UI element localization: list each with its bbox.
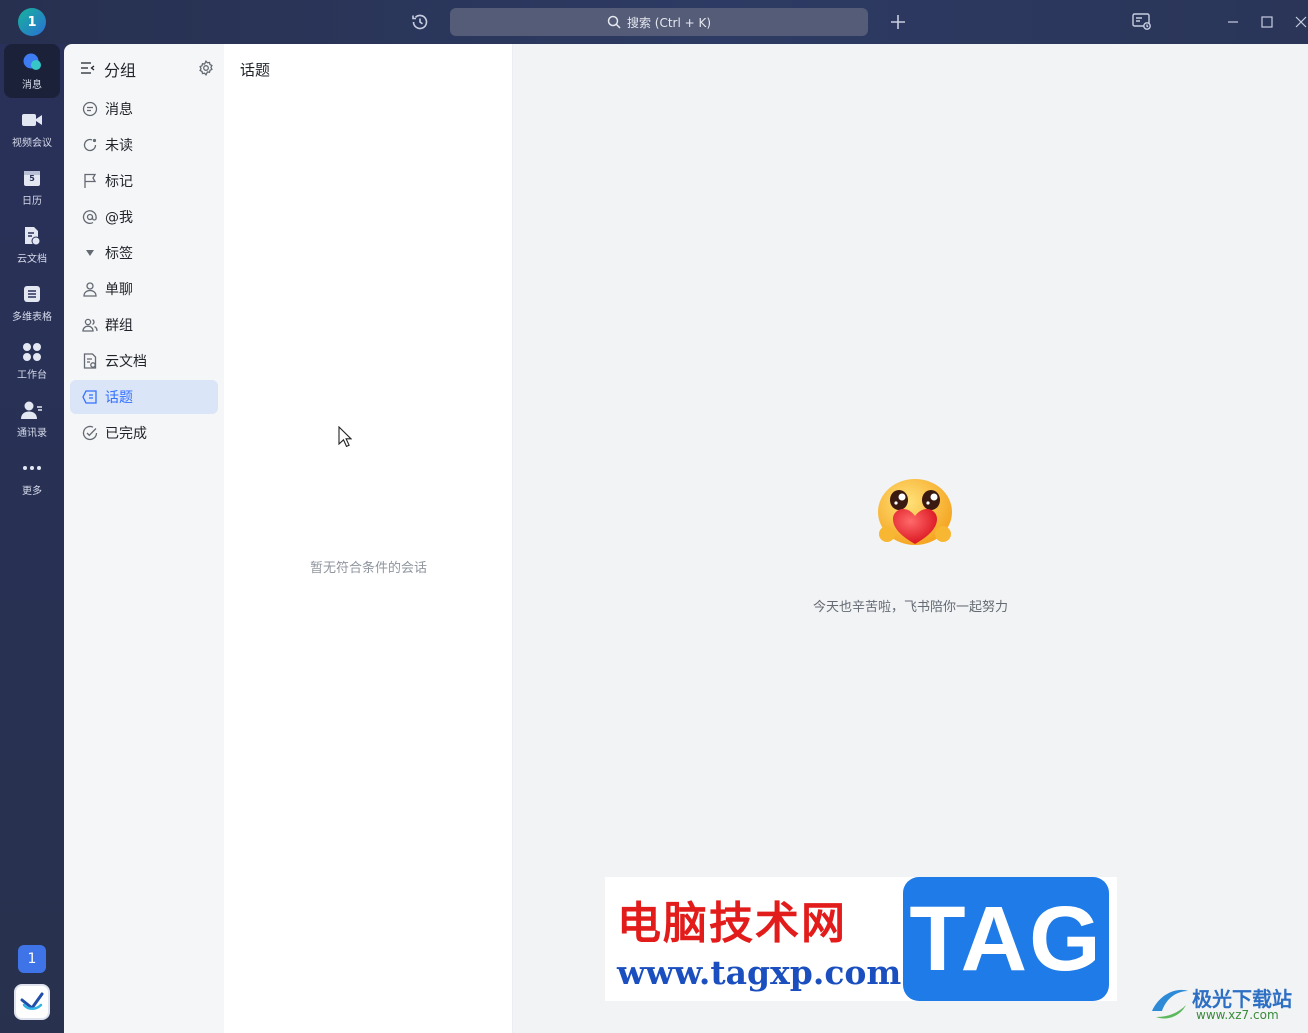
- rail-item-cloud-docs[interactable]: 云文档: [4, 218, 60, 272]
- grid-icon: [21, 341, 43, 363]
- rail-label: 通讯录: [17, 428, 47, 439]
- group-list-icon: [80, 60, 96, 79]
- video-camera-icon: [21, 109, 43, 131]
- table-icon: [21, 283, 43, 305]
- group-item-label: 云文档: [105, 354, 147, 370]
- rail-item-more[interactable]: 更多: [4, 450, 60, 504]
- group-item-label: 单聊: [105, 282, 133, 298]
- search-icon: [607, 15, 621, 29]
- topics-title: 话题: [240, 61, 271, 79]
- group-item-label: @我: [105, 210, 133, 226]
- group-item-flagged[interactable]: 标记: [70, 164, 218, 198]
- minimize-icon[interactable]: [1221, 10, 1245, 34]
- calendar-day: 5: [29, 174, 35, 183]
- groups-title: 分组: [104, 61, 137, 80]
- group-item-direct-chats[interactable]: 单聊: [70, 272, 218, 306]
- message-icon: [82, 101, 98, 117]
- rail-item-video-meeting[interactable]: 视频会议: [4, 102, 60, 156]
- rail-item-messages[interactable]: 消息: [4, 44, 60, 98]
- group-item-groups[interactable]: 群组: [70, 308, 218, 342]
- heart-emoji-icon: [875, 478, 955, 550]
- site-logo-icon: [1152, 989, 1188, 1019]
- close-icon[interactable]: [1289, 10, 1308, 34]
- check-circle-icon: [82, 425, 98, 441]
- group-item-messages[interactable]: 消息: [70, 92, 218, 126]
- rail-label: 更多: [22, 486, 42, 497]
- chat-bubble-icon: [21, 51, 43, 73]
- add-icon[interactable]: [886, 10, 910, 34]
- maximize-icon[interactable]: [1255, 10, 1279, 34]
- rail-item-bitable[interactable]: 多维表格: [4, 276, 60, 330]
- site-url: www.xz7.com: [1196, 1008, 1279, 1022]
- rail-label: 多维表格: [12, 312, 52, 323]
- doc-icon: [82, 353, 98, 369]
- group-item-docs[interactable]: 云文档: [70, 344, 218, 378]
- mouse-cursor-icon: [338, 425, 353, 452]
- caret-down-icon: [82, 245, 98, 261]
- unread-icon: [82, 137, 98, 153]
- topic-list-panel: 话题 暂无符合条件的会话: [224, 44, 513, 1033]
- group-item-topics[interactable]: 话题: [70, 380, 218, 414]
- group-item-label: 消息: [105, 102, 133, 118]
- groups-header: 分组: [80, 58, 214, 80]
- contacts-icon: [21, 399, 43, 421]
- group-item-tags[interactable]: 标签: [70, 236, 218, 270]
- rail-item-workplace[interactable]: 工作台: [4, 334, 60, 388]
- group-item-label: 标记: [105, 174, 133, 190]
- site-watermark: 极光下载站 www.xz7.com: [1148, 981, 1304, 1025]
- group-item-label: 群组: [105, 318, 133, 334]
- rail-label: 云文档: [17, 254, 47, 265]
- group-item-label: 已完成: [105, 426, 147, 442]
- title-bar: 1 搜索 (Ctrl + K): [0, 0, 1308, 44]
- user-avatar[interactable]: 1: [18, 8, 46, 36]
- rail-label: 工作台: [17, 370, 47, 381]
- welcome-message: 今天也辛苦啦，飞书陪你一起努力: [812, 600, 1008, 615]
- group-icon: [82, 317, 98, 333]
- group-panel: 分组 消息 未读 标记 @我 标签 单聊 群组 云文档 话题 已完成: [64, 44, 224, 1033]
- nav-rail: 消息 视频会议 5 日历 云文档 多维表格 工作台 通讯录 更多 1: [0, 44, 64, 1033]
- watermark-url: www.tagxp.com: [617, 953, 902, 992]
- search-input[interactable]: 搜索 (Ctrl + K): [450, 8, 868, 36]
- watermark-title: 电脑技术网: [617, 898, 847, 949]
- rail-label: 消息: [22, 80, 42, 91]
- watermark-banner: 电脑技术网 www.tagxp.com TAG: [605, 877, 1117, 1001]
- watermark-tag-logo: TAG: [903, 877, 1109, 1001]
- search-placeholder: 搜索 (Ctrl + K): [626, 15, 712, 30]
- notification-badge[interactable]: 1: [18, 945, 46, 973]
- topic-icon: [82, 389, 98, 405]
- app-logo-icon[interactable]: [14, 984, 50, 1020]
- empty-state-text: 暂无符合条件的会话: [309, 561, 427, 576]
- group-item-done[interactable]: 已完成: [70, 416, 218, 450]
- flag-icon: [82, 173, 98, 189]
- person-icon: [82, 281, 98, 297]
- rail-label: 日历: [22, 196, 42, 207]
- calendar-icon: 5: [21, 167, 43, 189]
- group-item-label: 话题: [105, 390, 133, 406]
- group-item-mentions[interactable]: @我: [70, 200, 218, 234]
- gear-icon[interactable]: [198, 60, 214, 80]
- history-icon[interactable]: [408, 10, 432, 34]
- group-item-label: 标签: [105, 246, 133, 262]
- cloud-doc-icon: [21, 225, 43, 247]
- at-icon: [82, 209, 98, 225]
- group-item-unread[interactable]: 未读: [70, 128, 218, 162]
- group-item-label: 未读: [105, 138, 133, 154]
- screen-notify-icon[interactable]: [1130, 10, 1154, 34]
- rail-item-calendar[interactable]: 5 日历: [4, 160, 60, 214]
- rail-item-contacts[interactable]: 通讯录: [4, 392, 60, 446]
- more-dots-icon: [21, 457, 43, 479]
- rail-label: 视频会议: [12, 138, 52, 149]
